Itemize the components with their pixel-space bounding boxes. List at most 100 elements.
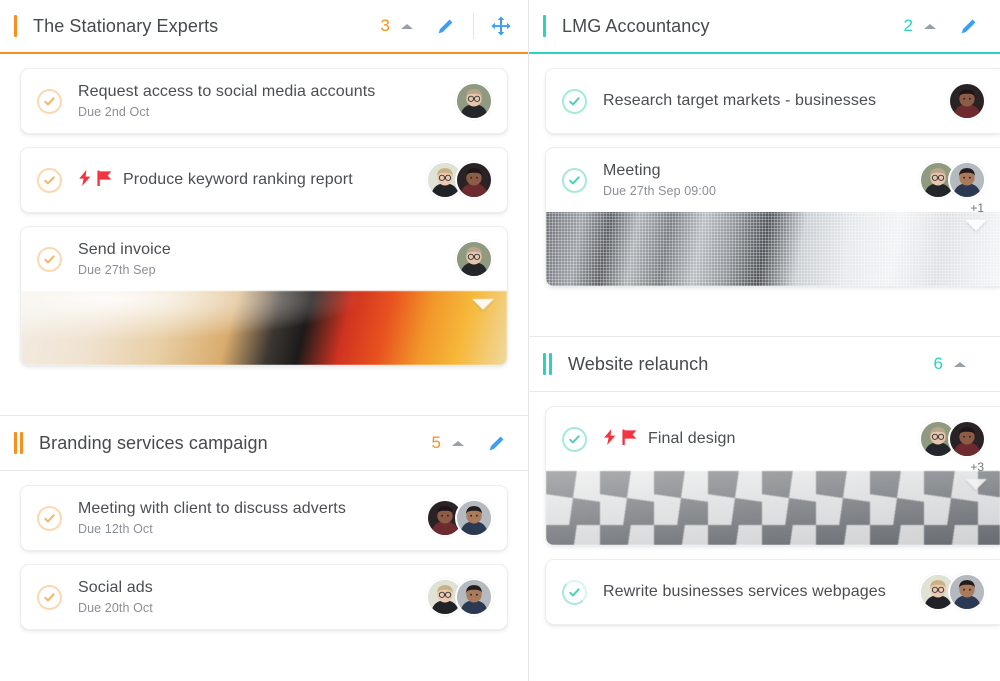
task-list-lmg-accountancy: Research target markets - businesses Meet… bbox=[529, 54, 1000, 287]
chevron-up-icon[interactable] bbox=[952, 356, 968, 372]
project-header-branding-services-campaign: Branding services campaign 5 bbox=[0, 415, 528, 471]
lightning-icon bbox=[78, 169, 92, 191]
task-assignees: +3 bbox=[919, 420, 986, 474]
avatar-woman-glasses[interactable] bbox=[455, 240, 493, 278]
board-column-right: LMG Accountancy 2 Research target markets … bbox=[529, 0, 1000, 681]
chevron-up-icon[interactable] bbox=[922, 18, 938, 34]
project-accent-bars bbox=[543, 353, 552, 375]
accent-bar bbox=[14, 432, 17, 454]
task-list-the-stationary-experts: Request access to social media accounts D… bbox=[0, 54, 528, 366]
accent-bar bbox=[543, 353, 546, 375]
avatar-man-beard[interactable] bbox=[948, 161, 986, 199]
task-card-body: Social ads Due 20th Oct bbox=[21, 565, 507, 629]
task-card[interactable]: Meeting Due 27th Sep 09:00 +1 bbox=[545, 147, 1000, 287]
task-card[interactable]: Research target markets - businesses bbox=[545, 68, 1000, 134]
check-circle-teal-icon[interactable] bbox=[562, 167, 587, 193]
task-title: Meeting bbox=[603, 162, 661, 179]
move-arrows-icon[interactable] bbox=[488, 13, 514, 39]
avatar-man-beard[interactable] bbox=[455, 578, 493, 616]
task-assignees bbox=[948, 82, 986, 120]
avatar-woman-dark[interactable] bbox=[948, 82, 986, 120]
task-due-date: Due 12th Oct bbox=[78, 522, 153, 536]
avatar-man-beard[interactable] bbox=[948, 573, 986, 611]
avatar-woman-dark[interactable] bbox=[948, 420, 986, 458]
project-board: The Stationary Experts 3 Request access to… bbox=[0, 0, 1000, 681]
task-title-row: Research target markets - businesses bbox=[603, 92, 936, 110]
task-title: Produce keyword ranking report bbox=[123, 171, 353, 188]
task-title-row: Produce keyword ranking report bbox=[78, 169, 414, 191]
task-list-branding-services-campaign: Meeting with client to discuss adverts Du… bbox=[0, 471, 528, 630]
accent-bar bbox=[549, 353, 552, 375]
check-circle-orange-icon[interactable] bbox=[37, 246, 62, 272]
check-circle-orange-icon[interactable] bbox=[37, 505, 62, 531]
pencil-icon[interactable] bbox=[484, 430, 510, 456]
collapse-attachment-icon[interactable] bbox=[472, 299, 494, 310]
task-card[interactable]: Produce keyword ranking report bbox=[20, 147, 508, 213]
pencil-icon[interactable] bbox=[433, 13, 459, 39]
avatar-woman-glasses[interactable] bbox=[455, 82, 493, 120]
task-title-row: Send invoice bbox=[78, 241, 443, 259]
task-card-body: Meeting Due 27th Sep 09:00 +1 bbox=[546, 148, 1000, 215]
task-title-row: Meeting with client to discuss adverts bbox=[78, 500, 414, 518]
task-assignees bbox=[426, 499, 493, 537]
project-header-website-relaunch: Website relaunch 6 bbox=[529, 336, 1000, 392]
project-title: LMG Accountancy bbox=[562, 15, 710, 36]
project-accent-bars bbox=[543, 15, 546, 37]
task-card-body: Send invoice Due 27th Sep bbox=[21, 227, 507, 291]
task-title: Research target markets - businesses bbox=[603, 92, 877, 109]
task-title-row: Meeting bbox=[603, 162, 907, 180]
task-flag-icons bbox=[603, 428, 638, 450]
check-circle-teal-icon[interactable] bbox=[562, 426, 587, 452]
task-assignees bbox=[426, 578, 493, 616]
task-title-row: Request access to social media accounts bbox=[78, 83, 443, 101]
task-card-text: Produce keyword ranking report bbox=[78, 169, 414, 191]
check-circle-orange-icon[interactable] bbox=[37, 584, 62, 610]
task-title: Final design bbox=[648, 430, 736, 447]
task-assignees: +1 bbox=[919, 161, 986, 215]
task-attachment-image bbox=[546, 212, 1000, 286]
chevron-up-icon[interactable] bbox=[399, 18, 415, 34]
task-card[interactable]: Social ads Due 20th Oct bbox=[20, 564, 508, 630]
board-column-left: The Stationary Experts 3 Request access to… bbox=[0, 0, 528, 681]
task-card[interactable]: Rewrite businesses services webpages bbox=[545, 559, 1000, 625]
task-flag-icons bbox=[78, 169, 113, 191]
project-accent-bars bbox=[14, 432, 23, 454]
avatar-woman-dark[interactable] bbox=[455, 161, 493, 199]
accent-bar bbox=[14, 15, 17, 37]
task-card-text: Request access to social media accounts D… bbox=[78, 83, 443, 119]
check-circle-orange-icon[interactable] bbox=[37, 167, 62, 193]
task-count: 6 bbox=[933, 354, 943, 373]
lightning-icon bbox=[603, 428, 617, 450]
task-card-text: Rewrite businesses services webpages bbox=[603, 583, 907, 601]
task-card[interactable]: Request access to social media accounts D… bbox=[20, 68, 508, 134]
flag-icon bbox=[96, 169, 113, 191]
task-card[interactable]: Meeting with client to discuss adverts Du… bbox=[20, 485, 508, 551]
chevron-up-icon[interactable] bbox=[450, 435, 466, 451]
task-title: Send invoice bbox=[78, 241, 171, 258]
project-title: Website relaunch bbox=[568, 353, 709, 374]
task-title: Request access to social media accounts bbox=[78, 83, 376, 100]
collapse-attachment-icon[interactable] bbox=[965, 479, 987, 490]
task-card-body: Meeting with client to discuss adverts Du… bbox=[21, 486, 507, 550]
task-assignees bbox=[455, 240, 493, 278]
project-accent-bars bbox=[14, 15, 17, 37]
task-card[interactable]: Final design +3 bbox=[545, 406, 1000, 546]
check-circle-teal-icon[interactable] bbox=[562, 88, 587, 114]
check-circle-orange-icon[interactable] bbox=[37, 88, 62, 114]
task-card-body: Rewrite businesses services webpages bbox=[546, 560, 1000, 624]
check-circle-teal-icon[interactable] bbox=[562, 579, 587, 605]
project-header-actions: 6 bbox=[934, 354, 986, 374]
task-title: Social ads bbox=[78, 579, 153, 596]
task-attachment-image bbox=[546, 471, 1000, 545]
task-card-text: Final design bbox=[603, 428, 907, 450]
collapse-attachment-icon[interactable] bbox=[965, 220, 987, 231]
pencil-icon[interactable] bbox=[956, 13, 982, 39]
task-card[interactable]: Send invoice Due 27th Sep bbox=[20, 226, 508, 366]
task-due-date: Due 27th Sep 09:00 bbox=[603, 184, 716, 198]
avatar-man-beard[interactable] bbox=[455, 499, 493, 537]
task-assignees bbox=[426, 161, 493, 199]
task-card-body: Research target markets - businesses bbox=[546, 69, 1000, 133]
task-due-date: Due 2nd Oct bbox=[78, 105, 150, 119]
